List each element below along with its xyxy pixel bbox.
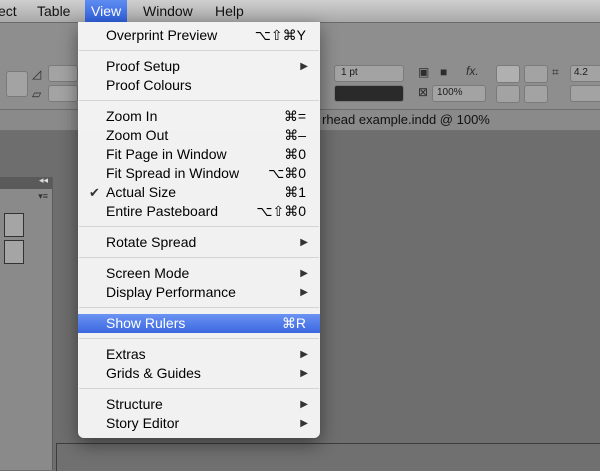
menu-item-label: Zoom In xyxy=(106,108,158,124)
submenu-arrow-icon: ▶ xyxy=(300,237,308,248)
partial-value: 4.2 xyxy=(574,67,588,78)
shortcut-label: ⌘– xyxy=(284,127,306,143)
submenu-arrow-icon: ▶ xyxy=(300,61,308,72)
menu-item-label: Story Editor xyxy=(106,415,180,431)
menu-item-label: Zoom Out xyxy=(106,127,169,143)
shortcut-label: ⌘R xyxy=(281,315,306,331)
menu-item-overprint-preview[interactable]: Overprint Preview ⌥⇧⌘Y xyxy=(78,26,320,45)
opacity-icon: ⊠ xyxy=(418,85,429,99)
wrap-bbox-button[interactable] xyxy=(524,65,548,83)
menu-object[interactable]: ect xyxy=(0,3,17,19)
effects-fx-icon[interactable]: fx. xyxy=(466,64,479,78)
menu-item-label: Grids & Guides xyxy=(106,365,201,381)
drop-shadow-icon: ■ xyxy=(440,65,448,79)
menu-item-rotate-spread[interactable]: Rotate Spread ▶ xyxy=(78,233,320,252)
rotate-field[interactable] xyxy=(48,65,78,82)
collapse-icon[interactable]: ◂◂ xyxy=(39,175,48,186)
menu-item-story-editor[interactable]: Story Editor ▶ xyxy=(78,414,320,433)
menu-item-screen-mode[interactable]: Screen Mode ▶ xyxy=(78,264,320,283)
panel-menu-icon[interactable]: ▾≡ xyxy=(38,191,48,202)
menu-item-proof-colours[interactable]: Proof Colours xyxy=(78,76,320,95)
menu-item-label: Rotate Spread xyxy=(106,234,197,250)
stroke-weight-field[interactable]: 1 pt xyxy=(334,65,404,82)
menu-item-label: Screen Mode xyxy=(106,265,190,281)
menu-item-fit-page[interactable]: Fit Page in Window ⌘0 xyxy=(78,145,320,164)
rotate-angle-icon: ◿ xyxy=(32,67,42,81)
menu-item-fit-spread[interactable]: Fit Spread in Window ⌥⌘0 xyxy=(78,164,320,183)
menu-item-structure[interactable]: Structure ▶ xyxy=(78,395,320,414)
menu-item-label: Fit Page in Window xyxy=(106,146,227,162)
view-menu: Overprint Preview ⌥⇧⌘Y Proof Setup ▶ Pro… xyxy=(78,22,320,438)
wrap-shape-button[interactable] xyxy=(496,85,520,103)
submenu-arrow-icon: ▶ xyxy=(300,368,308,379)
panel-titlebar: ◂◂ xyxy=(0,175,52,189)
menu-item-show-rulers[interactable]: Show Rulers ⌘R xyxy=(78,314,320,333)
submenu-arrow-icon: ▶ xyxy=(300,268,308,279)
menu-separator xyxy=(79,388,319,389)
menu-separator xyxy=(79,257,319,258)
shortcut-label: ⌘= xyxy=(283,108,306,124)
menu-separator xyxy=(79,100,319,101)
menu-item-label: Fit Spread in Window xyxy=(106,165,240,181)
menu-item-label: Display Performance xyxy=(106,284,236,300)
menu-separator xyxy=(79,307,319,308)
menu-item-entire-pasteboard[interactable]: Entire Pasteboard ⌥⇧⌘0 xyxy=(78,202,320,221)
corner-options-field[interactable] xyxy=(570,85,600,102)
submenu-arrow-icon: ▶ xyxy=(300,418,308,429)
shear-field[interactable] xyxy=(48,85,78,102)
document-page xyxy=(56,443,600,471)
menu-item-zoom-out[interactable]: Zoom Out ⌘– xyxy=(78,126,320,145)
side-panel: ◂◂ ▾≡ xyxy=(0,175,53,470)
shortcut-label: ⌥⌘0 xyxy=(268,165,306,181)
menu-item-label: Entire Pasteboard xyxy=(106,203,219,219)
shortcut-label: ⌥⇧⌘Y xyxy=(254,27,306,43)
partial-field[interactable]: 4.2 xyxy=(570,65,600,82)
menu-item-label: Extras xyxy=(106,346,146,362)
menu-table[interactable]: Table xyxy=(37,3,70,19)
submenu-arrow-icon: ▶ xyxy=(300,287,308,298)
submenu-arrow-icon: ▶ xyxy=(300,399,308,410)
menu-item-label: Overprint Preview xyxy=(106,27,218,43)
menu-separator xyxy=(79,338,319,339)
frame-fitting-icon: ⌗ xyxy=(552,65,559,79)
stroke-icon: ▣ xyxy=(418,65,430,79)
menu-item-zoom-in[interactable]: Zoom In ⌘= xyxy=(78,107,320,126)
menu-help[interactable]: Help xyxy=(215,3,244,19)
opacity-field[interactable]: 100% xyxy=(432,85,486,102)
panel-thumbnail[interactable] xyxy=(4,240,24,264)
menu-item-proof-setup[interactable]: Proof Setup ▶ xyxy=(78,57,320,76)
menu-item-label: Actual Size xyxy=(106,184,177,200)
opacity-value: 100% xyxy=(437,87,463,98)
submenu-arrow-icon: ▶ xyxy=(300,349,308,360)
menu-window[interactable]: Window xyxy=(143,3,193,19)
shortcut-label: ⌘0 xyxy=(284,146,306,162)
menu-item-grids-guides[interactable]: Grids & Guides ▶ xyxy=(78,364,320,383)
stroke-weight-value: 1 pt xyxy=(341,67,358,78)
menu-item-actual-size[interactable]: ✔ Actual Size ⌘1 xyxy=(78,183,320,202)
menu-item-label: Proof Setup xyxy=(106,58,180,74)
shortcut-label: ⌘1 xyxy=(284,184,306,200)
menu-separator xyxy=(79,50,319,51)
menu-view[interactable]: View xyxy=(85,0,128,22)
panel-thumbnail[interactable] xyxy=(4,213,24,237)
menu-bar: ect Table View Window Help xyxy=(0,0,600,23)
constrain-proportions-button[interactable] xyxy=(6,71,28,97)
document-tab-title[interactable]: rhead example.indd @ 100% xyxy=(322,112,490,127)
shear-angle-icon: ▱ xyxy=(32,87,42,101)
menu-item-label: Show Rulers xyxy=(106,315,186,331)
stroke-type-select[interactable] xyxy=(334,85,404,102)
menu-separator xyxy=(79,226,319,227)
menu-item-display-performance[interactable]: Display Performance ▶ xyxy=(78,283,320,302)
checkmark-icon: ✔ xyxy=(89,185,100,200)
menu-item-extras[interactable]: Extras ▶ xyxy=(78,345,320,364)
menu-item-label: Proof Colours xyxy=(106,77,192,93)
wrap-none-button[interactable] xyxy=(496,65,520,83)
shortcut-label: ⌥⇧⌘0 xyxy=(256,203,306,219)
wrap-jump-button[interactable] xyxy=(524,85,548,103)
menu-item-label: Structure xyxy=(106,396,163,412)
